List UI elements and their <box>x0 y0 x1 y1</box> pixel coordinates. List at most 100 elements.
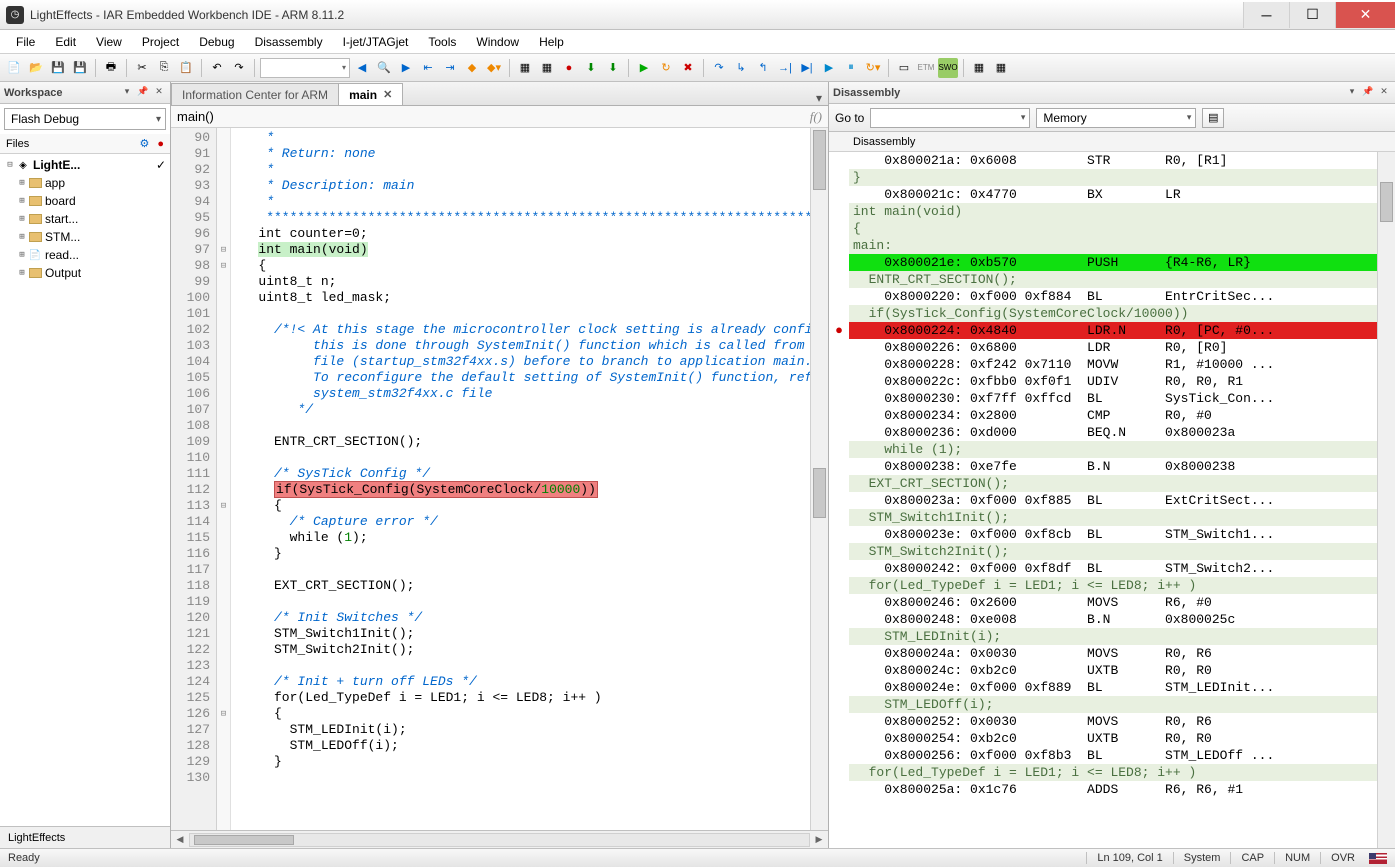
files-col-header: Files <box>6 138 139 150</box>
step-out-icon[interactable]: ↰ <box>753 58 773 78</box>
disasm-view[interactable]: ● 0x800021a: 0x6008 STR R0, [R1]} 0x8000… <box>829 152 1395 848</box>
print-icon[interactable]: 🖶 <box>101 58 121 78</box>
copy-icon[interactable]: ⎘ <box>154 58 174 78</box>
disasm-vscroll[interactable] <box>1377 152 1395 848</box>
window-title: LightEffects - IAR Embedded Workbench ID… <box>30 8 1243 22</box>
menu-view[interactable]: View <box>86 32 132 52</box>
step-over-icon[interactable]: ↷ <box>709 58 729 78</box>
redo-icon[interactable]: ↷ <box>229 58 249 78</box>
etm-icon[interactable]: ETM <box>916 58 936 78</box>
maximize-button[interactable]: ☐ <box>1289 2 1335 28</box>
cut-icon[interactable]: ✂ <box>132 58 152 78</box>
next-stmt-icon[interactable]: →| <box>775 58 795 78</box>
config-combo[interactable]: Flash Debug <box>4 108 166 130</box>
workspace-title: Workspace <box>4 87 118 99</box>
memory-combo[interactable]: Memory <box>1036 108 1196 128</box>
undo-icon[interactable]: ↶ <box>207 58 227 78</box>
open-icon[interactable]: 📂 <box>26 58 46 78</box>
goto-label: Go to <box>835 111 864 125</box>
compile-icon[interactable]: ▦ <box>515 58 535 78</box>
go-icon[interactable]: ▶ <box>634 58 654 78</box>
break-icon[interactable]: ⏸ <box>841 58 861 78</box>
statusbar: Ready Ln 109, Col 1 System CAP NUM OVR <box>0 848 1395 867</box>
run-to-icon[interactable]: ▶| <box>797 58 817 78</box>
app-icon: ◷ <box>6 6 24 24</box>
nav-back-icon[interactable]: ◀ <box>352 58 372 78</box>
menu-project[interactable]: Project <box>132 32 189 52</box>
save-all-icon[interactable]: 💾 <box>70 58 90 78</box>
menu-disassembly[interactable]: Disassembly <box>245 32 333 52</box>
editor-hscroll[interactable]: ◀▶ <box>171 830 828 848</box>
stop-icon[interactable]: ✖ <box>678 58 698 78</box>
editor-panel: Information Center for ARM main✕ ▾ main(… <box>171 82 829 848</box>
toggle-bp-icon[interactable]: ● <box>559 58 579 78</box>
panel-menu-icon[interactable]: ▾ <box>120 86 134 100</box>
find-icon[interactable]: 🔍 <box>374 58 394 78</box>
disasm-close-icon[interactable]: ✕ <box>1377 86 1391 100</box>
tab-main[interactable]: main✕ <box>338 83 403 105</box>
workspace-panel: Workspace ▾ 📌 ✕ Flash Debug Files ⚙ ● ⊟◈… <box>0 82 171 848</box>
menu-edit[interactable]: Edit <box>45 32 86 52</box>
tree-project-root[interactable]: ⊟◈LightE...✓ <box>0 156 170 174</box>
code-editor[interactable]: 9091929394959697989910010110210310410510… <box>171 128 828 830</box>
settings-icon[interactable]: ⚙ <box>139 137 149 150</box>
workspace-tab[interactable]: LightEffects <box>0 826 170 848</box>
tab-close-icon[interactable]: ✕ <box>383 88 392 101</box>
status-position: Ln 109, Col 1 <box>1086 852 1172 864</box>
find-combo[interactable] <box>260 58 350 78</box>
save-icon[interactable]: 💾 <box>48 58 68 78</box>
menu-file[interactable]: File <box>6 32 45 52</box>
menu-tools[interactable]: Tools <box>418 32 466 52</box>
close-button[interactable]: ✕ <box>1335 2 1395 28</box>
panel-pin-icon[interactable]: 📌 <box>136 86 150 100</box>
disasm-menu-icon[interactable]: ▾ <box>1345 86 1359 100</box>
disasm-title: Disassembly <box>833 87 1343 99</box>
goto-combo[interactable] <box>870 108 1030 128</box>
menu-debug[interactable]: Debug <box>189 32 244 52</box>
disasm-col-header: Disassembly <box>853 136 915 148</box>
fx-icon[interactable]: f() <box>810 109 822 125</box>
trace-icon[interactable]: ▭ <box>894 58 914 78</box>
status-system: System <box>1173 852 1231 864</box>
project-tree[interactable]: ⊟◈LightE...✓⊞app⊞board⊞start...⊞STM...⊞📄… <box>0 154 170 826</box>
go-run-icon[interactable]: ▶ <box>819 58 839 78</box>
make-icon[interactable]: ▦ <box>537 58 557 78</box>
menu-ijetjtagjet[interactable]: I-jet/JTAGjet <box>333 32 419 52</box>
restart-icon[interactable]: ↻ <box>656 58 676 78</box>
tool2-icon[interactable]: ▦ <box>991 58 1011 78</box>
editor-vscroll[interactable] <box>810 128 828 830</box>
bookmark-prev-icon[interactable]: ⇤ <box>418 58 438 78</box>
swo-icon[interactable]: SWO <box>938 58 958 78</box>
bookmark-toggle-icon[interactable]: ◆ <box>462 58 482 78</box>
tree-node[interactable]: ⊞📄read... <box>0 246 170 264</box>
bookmark-dropdown-icon[interactable]: ◆▾ <box>484 58 504 78</box>
step-into-icon[interactable]: ↳ <box>731 58 751 78</box>
function-name: main() <box>177 109 214 124</box>
tree-node[interactable]: ⊞start... <box>0 210 170 228</box>
toolbar: 📄 📂 💾 💾 🖶 ✂ ⎘ 📋 ↶ ↷ ◀ 🔍 ▶ ⇤ ⇥ ◆ ◆▾ ▦ ▦ ●… <box>0 54 1395 82</box>
new-icon[interactable]: 📄 <box>4 58 24 78</box>
nav-fwd-icon[interactable]: ▶ <box>396 58 416 78</box>
disasm-tool-icon[interactable]: ▤ <box>1202 108 1224 128</box>
tree-node[interactable]: ⊞STM... <box>0 228 170 246</box>
panel-close-icon[interactable]: ✕ <box>152 86 166 100</box>
menu-window[interactable]: Window <box>466 32 529 52</box>
bookmark-next-icon[interactable]: ⇥ <box>440 58 460 78</box>
tab-info-center[interactable]: Information Center for ARM <box>171 83 339 105</box>
tree-node[interactable]: ⊞board <box>0 192 170 210</box>
tab-overflow-icon[interactable]: ▾ <box>810 91 828 105</box>
download-debug-icon[interactable]: ⬇ <box>603 58 623 78</box>
tree-node[interactable]: ⊞app <box>0 174 170 192</box>
status-ready: Ready <box>8 852 40 864</box>
minimize-button[interactable]: ─ <box>1243 2 1289 28</box>
disasm-pin-icon[interactable]: 📌 <box>1361 86 1375 100</box>
download-icon[interactable]: ⬇ <box>581 58 601 78</box>
editor-tabbar: Information Center for ARM main✕ ▾ <box>171 82 828 106</box>
tree-node[interactable]: ⊞Output <box>0 264 170 282</box>
paste-icon[interactable]: 📋 <box>176 58 196 78</box>
flag-icon[interactable] <box>1369 853 1387 864</box>
tool1-icon[interactable]: ▦ <box>969 58 989 78</box>
status-cap: CAP <box>1230 852 1274 864</box>
menu-help[interactable]: Help <box>529 32 574 52</box>
reset-icon[interactable]: ↻▾ <box>863 58 883 78</box>
